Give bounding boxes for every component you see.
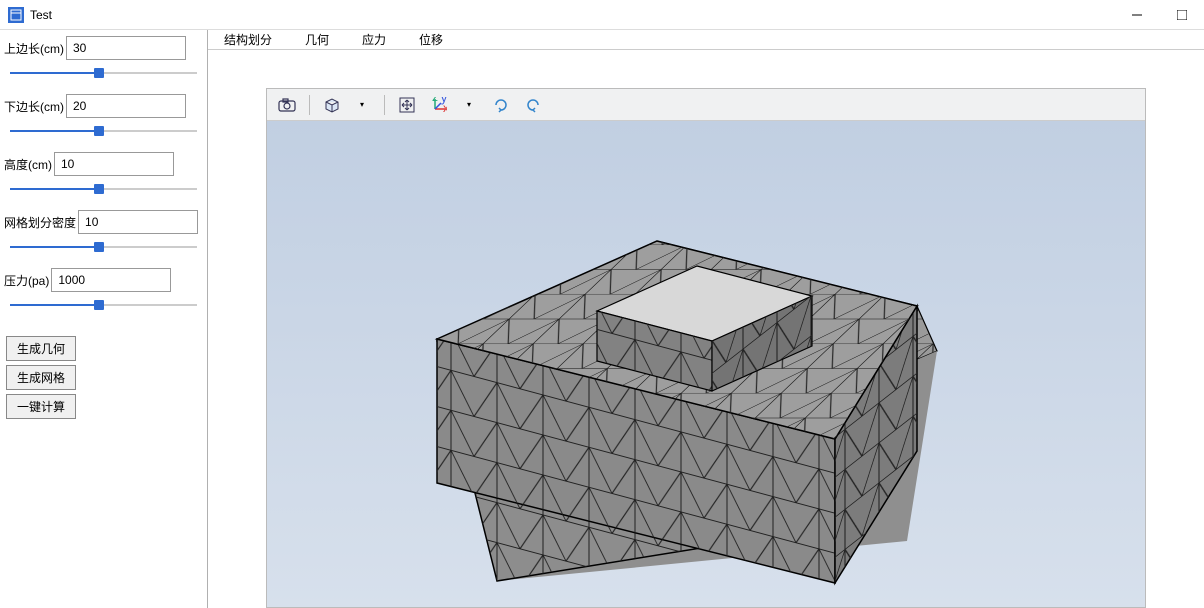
- param-label: 网格划分密度: [4, 214, 76, 231]
- cube-view-dropdown[interactable]: ▾: [348, 92, 376, 118]
- mesh-rendering: [267, 121, 1145, 607]
- 3d-viewport[interactable]: [267, 121, 1145, 607]
- cube-view-icon[interactable]: [318, 92, 346, 118]
- titlebar: Test: [0, 0, 1204, 30]
- maximize-button[interactable]: [1159, 0, 1204, 29]
- param-row-lower-length: 下边长(cm): [0, 88, 207, 118]
- height-input[interactable]: [54, 152, 174, 176]
- tab-displacement[interactable]: 位移: [403, 30, 460, 49]
- compute-button[interactable]: 一键计算: [6, 394, 76, 419]
- fit-view-icon[interactable]: [393, 92, 421, 118]
- upper-length-slider[interactable]: [0, 60, 207, 84]
- camera-icon[interactable]: [273, 92, 301, 118]
- tab-structure[interactable]: 结构划分: [208, 30, 289, 49]
- viewer-toolbar: ▾ zxy ▾: [267, 89, 1145, 121]
- app-icon: [8, 7, 24, 23]
- viewer-frame: ▾ zxy ▾: [266, 88, 1146, 608]
- axis-icon[interactable]: zxy: [425, 92, 453, 118]
- height-slider[interactable]: [0, 176, 207, 200]
- pressure-input[interactable]: [51, 268, 171, 292]
- param-label: 高度(cm): [4, 156, 52, 173]
- mesh-density-slider[interactable]: [0, 234, 207, 258]
- param-row-upper-length: 上边长(cm): [0, 30, 207, 60]
- pressure-slider[interactable]: [0, 292, 207, 316]
- sidebar: 上边长(cm) 下边长(cm) 高度(cm) 网格划分密度: [0, 30, 208, 608]
- mesh-density-input[interactable]: [78, 210, 198, 234]
- svg-text:y: y: [441, 97, 447, 105]
- window-title: Test: [30, 8, 52, 22]
- minimize-button[interactable]: [1114, 0, 1159, 29]
- param-row-pressure: 压力(pa): [0, 262, 207, 292]
- generate-mesh-button[interactable]: 生成网格: [6, 365, 76, 390]
- param-label: 下边长(cm): [4, 98, 64, 115]
- content-area: 结构划分 几何 应力 位移 ▾: [208, 30, 1204, 608]
- tabs: 结构划分 几何 应力 位移: [208, 30, 1204, 50]
- svg-text:z: z: [432, 97, 438, 104]
- tab-geometry[interactable]: 几何: [289, 30, 346, 49]
- lower-length-slider[interactable]: [0, 118, 207, 142]
- param-row-height: 高度(cm): [0, 146, 207, 176]
- rotate-ccw-icon[interactable]: [519, 92, 547, 118]
- param-label: 压力(pa): [4, 272, 49, 289]
- generate-geometry-button[interactable]: 生成几何: [6, 336, 76, 361]
- upper-length-input[interactable]: [66, 36, 186, 60]
- window-controls: [1114, 0, 1204, 29]
- lower-length-input[interactable]: [66, 94, 186, 118]
- tab-stress[interactable]: 应力: [346, 30, 403, 49]
- viewer-area: ▾ zxy ▾: [208, 50, 1204, 608]
- param-label: 上边长(cm): [4, 40, 64, 57]
- rotate-cw-icon[interactable]: [487, 92, 515, 118]
- action-buttons: 生成几何 生成网格 一键计算: [0, 316, 207, 429]
- param-row-mesh-density: 网格划分密度: [0, 204, 207, 234]
- axis-dropdown[interactable]: ▾: [455, 92, 483, 118]
